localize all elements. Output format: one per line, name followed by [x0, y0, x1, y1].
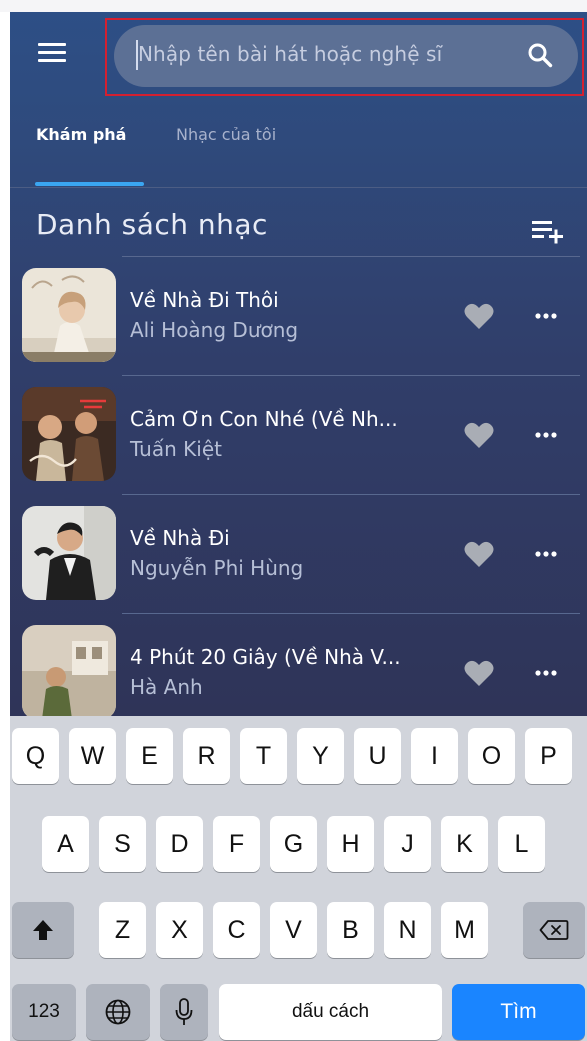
key-x[interactable]: X — [156, 902, 203, 958]
key-n[interactable]: N — [384, 902, 431, 958]
key-p[interactable]: P — [525, 728, 572, 784]
music-app: Nhập tên bài hát hoặc nghệ sĩ Khám phá N… — [10, 12, 587, 716]
key-r[interactable]: R — [183, 728, 230, 784]
song-artist: Ali Hoàng Dương — [130, 318, 299, 342]
on-screen-keyboard: Q W E R T Y U I O P A S D F G H J K L Z … — [10, 716, 587, 1041]
more-options-icon[interactable] — [535, 313, 557, 319]
key-h[interactable]: H — [327, 816, 374, 872]
key-u[interactable]: U — [354, 728, 401, 784]
microphone-icon — [175, 998, 193, 1025]
key-t[interactable]: T — [240, 728, 287, 784]
backspace-key[interactable] — [523, 902, 585, 958]
more-options-icon[interactable] — [535, 551, 557, 557]
key-b[interactable]: B — [327, 902, 374, 958]
key-k[interactable]: K — [441, 816, 488, 872]
heart-icon[interactable] — [464, 659, 494, 687]
song-row[interactable]: Về Nhà Đi Nguyễn Phi Hùng — [10, 494, 587, 613]
key-g[interactable]: G — [270, 816, 317, 872]
key-l[interactable]: L — [498, 816, 545, 872]
song-list: Về Nhà Đi Thôi Ali Hoàng Dương Cảm Ơn Co… — [10, 256, 587, 716]
song-artist: Tuấn Kiệt — [130, 437, 222, 461]
key-w[interactable]: W — [69, 728, 116, 784]
menu-icon[interactable] — [38, 43, 66, 63]
more-options-icon[interactable] — [535, 670, 557, 676]
more-options-icon[interactable] — [535, 432, 557, 438]
song-artist: Hà Anh — [130, 675, 203, 699]
album-art — [22, 506, 116, 600]
key-f[interactable]: F — [213, 816, 260, 872]
active-tab-indicator — [35, 182, 144, 186]
heart-icon[interactable] — [464, 302, 494, 330]
search-icon[interactable] — [527, 42, 553, 68]
song-title: Cảm Ơn Con Nhé (Về Nh... — [130, 407, 398, 431]
song-row[interactable]: Cảm Ơn Con Nhé (Về Nh... Tuấn Kiệt — [10, 375, 587, 494]
key-m[interactable]: M — [441, 902, 488, 958]
key-c[interactable]: C — [213, 902, 260, 958]
heart-icon[interactable] — [464, 540, 494, 568]
key-q[interactable]: Q — [12, 728, 59, 784]
song-title: Về Nhà Đi Thôi — [130, 288, 279, 312]
dictation-key[interactable] — [160, 984, 208, 1040]
key-e[interactable]: E — [126, 728, 173, 784]
song-artist: Nguyễn Phi Hùng — [130, 556, 304, 580]
language-key[interactable] — [86, 984, 150, 1040]
song-row[interactable]: Về Nhà Đi Thôi Ali Hoàng Dương — [10, 256, 587, 375]
key-s[interactable]: S — [99, 816, 146, 872]
numbers-key[interactable]: 123 — [12, 984, 76, 1040]
album-art — [22, 625, 116, 716]
key-v[interactable]: V — [270, 902, 317, 958]
album-art — [22, 268, 116, 362]
tab-my-music[interactable]: Nhạc của tôi — [176, 125, 276, 144]
key-y[interactable]: Y — [297, 728, 344, 784]
section-title: Danh sách nhạc — [36, 208, 268, 241]
backspace-icon — [539, 920, 569, 940]
key-i[interactable]: I — [411, 728, 458, 784]
shift-icon — [33, 920, 53, 940]
song-row[interactable]: 4 Phút 20 Giây (Về Nhà V... Hà Anh — [10, 613, 587, 716]
globe-icon — [105, 999, 131, 1025]
key-d[interactable]: D — [156, 816, 203, 872]
song-title: Về Nhà Đi — [130, 526, 230, 550]
space-key[interactable]: dấu cách — [219, 984, 442, 1040]
heart-icon[interactable] — [464, 421, 494, 449]
status-strip — [0, 0, 587, 12]
tab-divider — [10, 187, 587, 188]
key-z[interactable]: Z — [99, 902, 146, 958]
shift-key[interactable] — [12, 902, 74, 958]
search-submit-key[interactable]: Tìm — [452, 984, 585, 1040]
playlist-add-icon[interactable] — [530, 215, 566, 245]
key-o[interactable]: O — [468, 728, 515, 784]
song-title: 4 Phút 20 Giây (Về Nhà V... — [130, 645, 401, 669]
album-art — [22, 387, 116, 481]
key-j[interactable]: J — [384, 816, 431, 872]
search-placeholder: Nhập tên bài hát hoặc nghệ sĩ — [138, 42, 443, 66]
key-a[interactable]: A — [42, 816, 89, 872]
tab-explore[interactable]: Khám phá — [36, 125, 126, 144]
